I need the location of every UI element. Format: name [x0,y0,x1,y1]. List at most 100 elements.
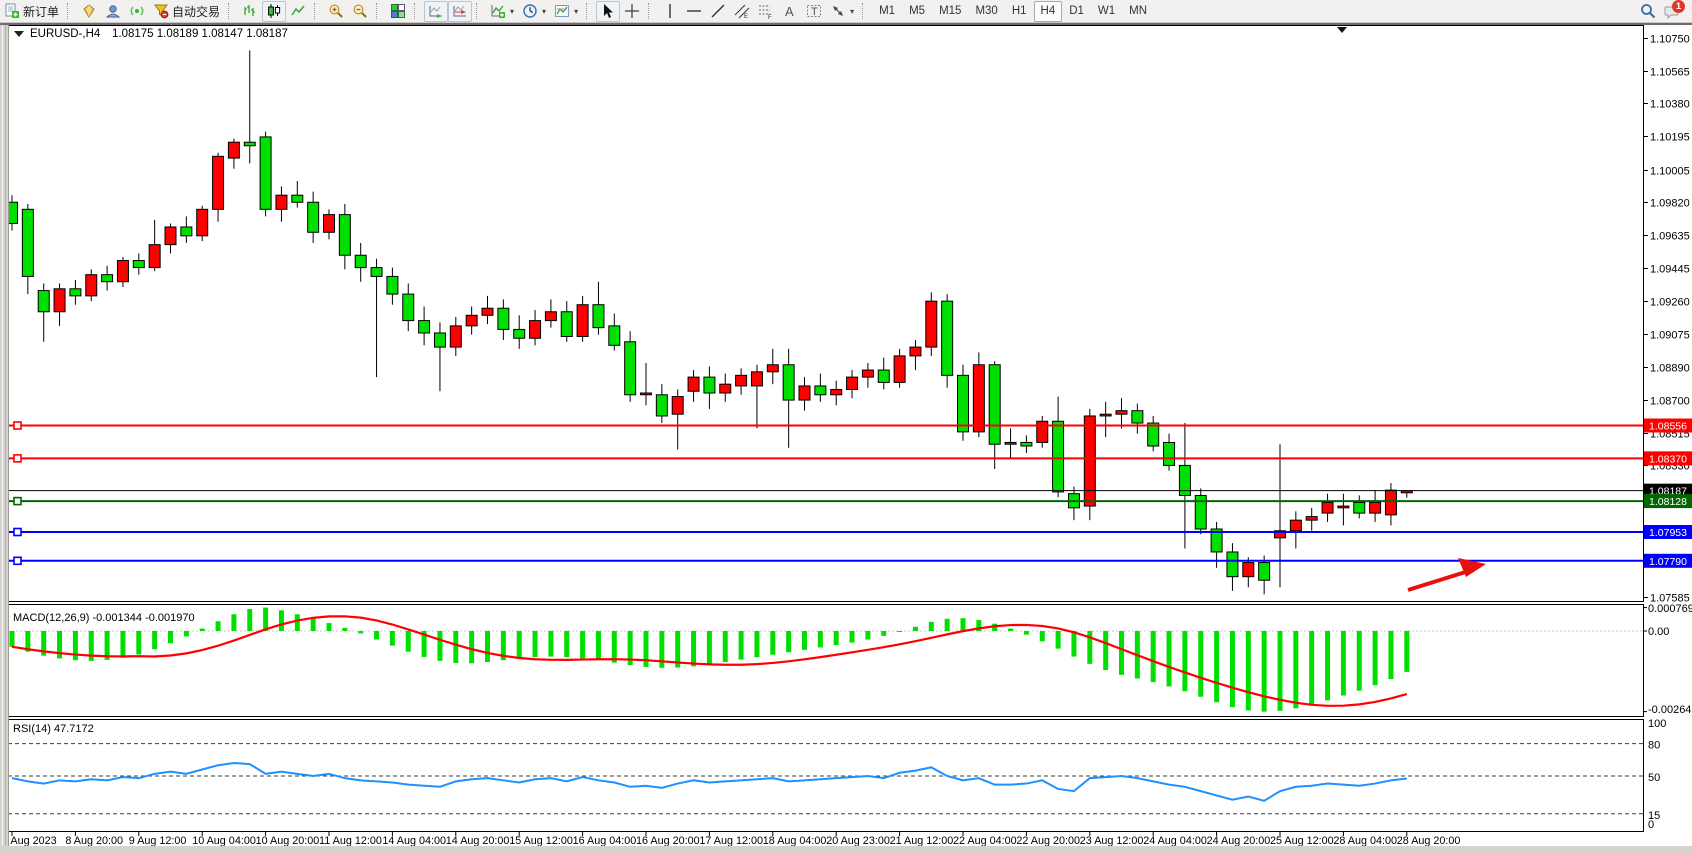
candle[interactable] [1037,421,1048,442]
timeframe-h4-button[interactable]: H4 [1034,1,1063,22]
candle[interactable] [387,276,398,294]
candle[interactable] [1132,411,1143,423]
text-label-tool-button[interactable]: T [802,1,826,22]
horizontal-line-tool-button[interactable] [682,1,706,22]
candle[interactable] [561,312,572,337]
signals-button[interactable] [101,1,125,22]
candlestick-mode-button[interactable] [262,1,286,22]
candle[interactable] [688,377,699,391]
candle[interactable] [1385,490,1396,515]
line-drag-handle[interactable] [14,557,21,564]
candle[interactable] [339,215,350,256]
crosshair-button[interactable] [620,1,644,22]
candle[interactable] [244,142,255,146]
candle[interactable] [641,393,652,395]
candle[interactable] [545,312,556,321]
zoom-in-button[interactable] [324,1,348,22]
candle[interactable] [1259,563,1270,581]
candle[interactable] [704,377,715,393]
candle[interactable] [942,301,953,375]
candle[interactable] [751,372,762,386]
candle[interactable] [54,289,65,312]
vertical-line-tool-button[interactable] [658,1,682,22]
candle[interactable] [1227,552,1238,577]
candle[interactable] [847,377,858,389]
candle[interactable] [1370,503,1381,514]
candle[interactable] [1290,520,1301,531]
candle[interactable] [530,321,541,339]
candle[interactable] [1084,416,1095,506]
new-order-button[interactable]: 新订单 [0,1,63,22]
timeframe-m15-button[interactable]: M15 [932,1,968,22]
candle[interactable] [767,365,778,372]
auto-scroll-button[interactable] [424,1,448,22]
candle[interactable] [656,395,667,416]
candle[interactable] [165,227,176,245]
chart-shift-button[interactable] [448,1,472,22]
candle[interactable] [894,356,905,382]
candle[interactable] [831,389,842,394]
fibonacci-tool-button[interactable]: F [754,1,778,22]
timeframe-m30-button[interactable]: M30 [968,1,1004,22]
notifications-button[interactable]: 1 [1664,2,1686,20]
text-tool-button[interactable]: A [778,1,802,22]
arrows-tool-button[interactable]: ▾ [826,1,858,22]
candle[interactable] [1005,442,1016,444]
market-button[interactable] [77,1,101,22]
search-icon[interactable] [1640,3,1656,19]
periods-button[interactable]: ▾ [518,1,550,22]
candle[interactable] [86,275,97,296]
templates-button[interactable]: ▾ [550,1,582,22]
candle[interactable] [910,347,921,356]
candle[interactable] [1021,442,1032,446]
timeframe-m1-button[interactable]: M1 [872,1,902,22]
zoom-out-button[interactable] [348,1,372,22]
bar-chart-mode-button[interactable] [238,1,262,22]
candle[interactable] [799,386,810,400]
candle[interactable] [593,305,604,328]
candle[interactable] [403,294,414,320]
candle[interactable] [482,308,493,315]
candle[interactable] [197,209,208,235]
candle[interactable] [308,202,319,232]
candle[interactable] [228,142,239,158]
candle[interactable] [514,329,525,338]
candle[interactable] [22,209,33,276]
equidistant-channel-tool-button[interactable]: E [730,1,754,22]
community-button[interactable] [125,1,149,22]
candle[interactable] [1116,411,1127,415]
candle[interactable] [1164,442,1175,465]
candle[interactable] [672,397,683,415]
candle[interactable] [973,365,984,432]
candle[interactable] [609,326,620,345]
candle[interactable] [292,195,303,202]
autotrading-button[interactable]: 自动交易 [149,1,224,22]
candle[interactable] [783,365,794,400]
line-drag-handle[interactable] [14,498,21,505]
line-drag-handle[interactable] [14,455,21,462]
line-drag-handle[interactable] [14,422,21,429]
timeframe-h1-button[interactable]: H1 [1005,1,1034,22]
candle[interactable] [117,261,128,282]
candle[interactable] [926,301,937,347]
timeframe-m5-button[interactable]: M5 [902,1,932,22]
candle[interactable] [355,255,366,267]
macd-pane[interactable] [9,605,1644,717]
candle[interactable] [213,156,224,209]
candle[interactable] [1053,421,1064,492]
candle[interactable] [102,275,113,282]
candle[interactable] [133,261,144,268]
candle[interactable] [324,215,335,233]
candle[interactable] [989,365,1000,444]
indicators-button[interactable]: ▾ [486,1,518,22]
candle[interactable] [1322,503,1333,514]
trendline-tool-button[interactable] [706,1,730,22]
candle[interactable] [720,384,731,393]
candle[interactable] [70,289,81,296]
candle[interactable] [736,375,747,386]
candle[interactable] [958,375,969,432]
chart-area[interactable]: 1.107501.105651.103801.101951.100051.098… [0,0,1692,853]
candle[interactable] [450,326,461,347]
candle[interactable] [149,245,160,268]
candle[interactable] [862,370,873,377]
